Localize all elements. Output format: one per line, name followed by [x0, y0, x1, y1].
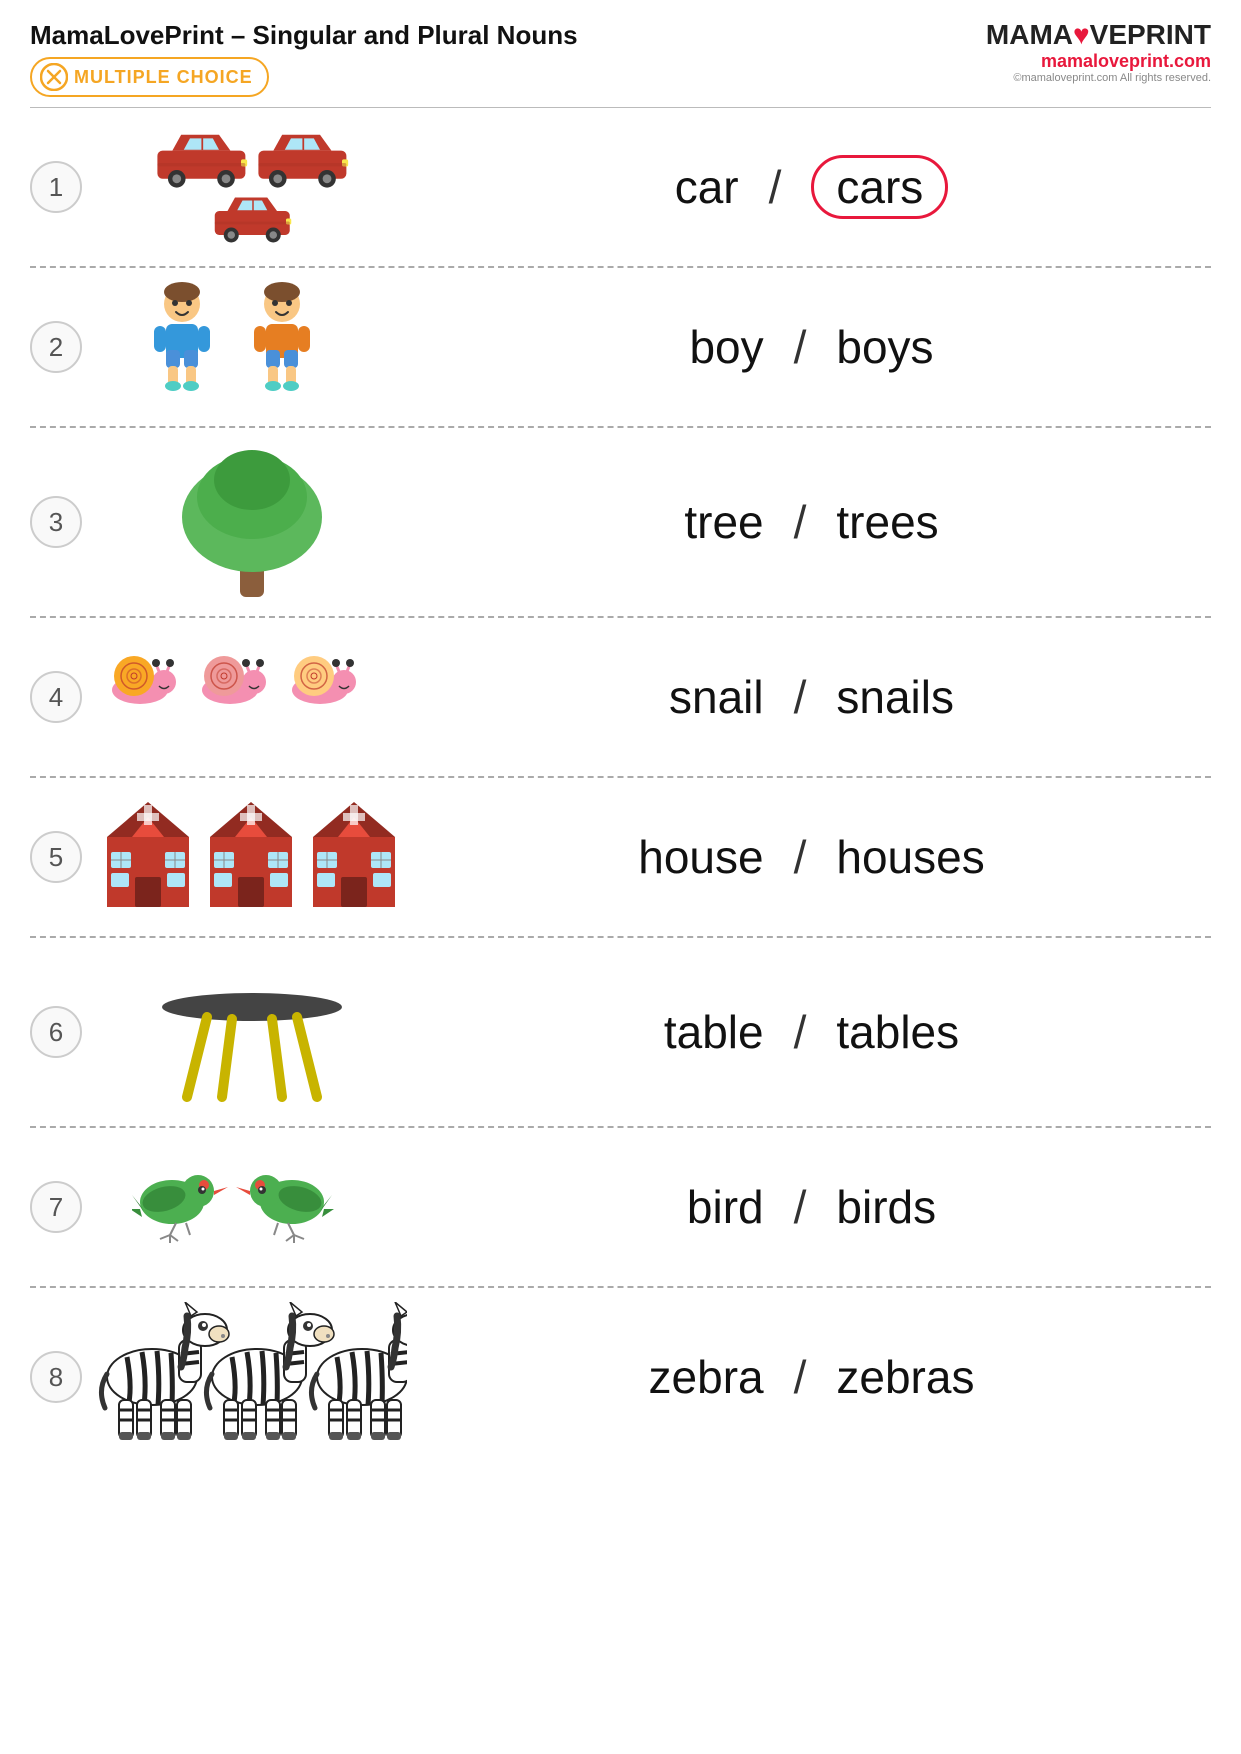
word-plural: zebras [836, 1350, 974, 1404]
question-number-8: 8 [30, 1351, 82, 1403]
question-row-5: 5 [30, 778, 1211, 938]
word-slash: / [794, 495, 807, 549]
question-words-7: bird / birds [412, 1180, 1211, 1234]
badge-label: MULTIPLE CHOICE [74, 67, 253, 88]
page-title: MamaLovePrint – Singular and Plural Noun… [30, 20, 578, 51]
question-number-5: 5 [30, 831, 82, 883]
question-row-1: 1 [30, 108, 1211, 268]
logo-part2: VEPRINT [1090, 19, 1211, 50]
question-words-5: house / houses [412, 830, 1211, 884]
question-row-6: 6 table / tables [30, 938, 1211, 1128]
word-singular: boy [689, 320, 763, 374]
question-image-zebras [92, 1302, 412, 1452]
logo-copyright: ©mamaloveprint.com All rights reserved. [986, 72, 1211, 84]
word-slash: / [794, 830, 807, 884]
question-row-3: 3 tree / trees [30, 428, 1211, 618]
logo-url: mamaloveprint.com [986, 51, 1211, 72]
question-number-6: 6 [30, 1006, 82, 1058]
word-slash: / [794, 1350, 807, 1404]
question-image-birds [92, 1157, 412, 1257]
word-slash: / [769, 160, 782, 214]
logo: MAMA♥VEPRINT [986, 20, 1211, 51]
logo-heart: ♥ [1073, 19, 1090, 50]
question-words-6: table / tables [412, 1005, 1211, 1059]
word-slash: / [794, 670, 807, 724]
question-number-1: 1 [30, 161, 82, 213]
word-plural: snails [836, 670, 954, 724]
word-slash: / [794, 1180, 807, 1234]
header-left: MamaLovePrint – Singular and Plural Noun… [30, 20, 578, 97]
question-image-houses [92, 797, 412, 917]
word-plural: trees [836, 495, 938, 549]
word-plural: cars [811, 155, 948, 219]
word-plural: tables [836, 1005, 959, 1059]
multiple-choice-badge: MULTIPLE CHOICE [30, 57, 269, 97]
question-row-4: 4 [30, 618, 1211, 778]
question-words-3: tree / trees [412, 495, 1211, 549]
question-words-8: zebra / zebras [412, 1350, 1211, 1404]
question-words-4: snail / snails [412, 670, 1211, 724]
question-image-tree [92, 442, 412, 602]
question-number-4: 4 [30, 671, 82, 723]
word-singular: zebra [649, 1350, 764, 1404]
word-slash: / [794, 320, 807, 374]
question-image-cars [92, 126, 412, 247]
word-singular: table [664, 1005, 764, 1059]
questions-list: 1 [30, 108, 1211, 1466]
word-plural: birds [836, 1180, 936, 1234]
badge-icon [40, 63, 68, 91]
question-image-snails [92, 652, 412, 742]
word-slash: / [794, 1005, 807, 1059]
question-words-1: car / cars [412, 155, 1211, 219]
question-words-2: boy / boys [412, 320, 1211, 374]
logo-part1: MAMA [986, 19, 1073, 50]
word-singular: snail [669, 670, 764, 724]
question-row-8: 8 [30, 1288, 1211, 1466]
word-plural: houses [836, 830, 984, 884]
word-singular: tree [684, 495, 763, 549]
question-number-3: 3 [30, 496, 82, 548]
question-number-7: 7 [30, 1181, 82, 1233]
page-header: MamaLovePrint – Singular and Plural Noun… [30, 20, 1211, 97]
word-singular: house [638, 830, 763, 884]
word-singular: car [675, 160, 739, 214]
header-right: MAMA♥VEPRINT mamaloveprint.com ©mamalove… [986, 20, 1211, 84]
question-row-7: 7 [30, 1128, 1211, 1288]
question-number-2: 2 [30, 321, 82, 373]
question-image-table [92, 952, 412, 1112]
question-row-2: 2 [30, 268, 1211, 428]
word-singular: bird [687, 1180, 764, 1234]
word-plural: boys [836, 320, 933, 374]
question-image-boys [92, 282, 412, 412]
